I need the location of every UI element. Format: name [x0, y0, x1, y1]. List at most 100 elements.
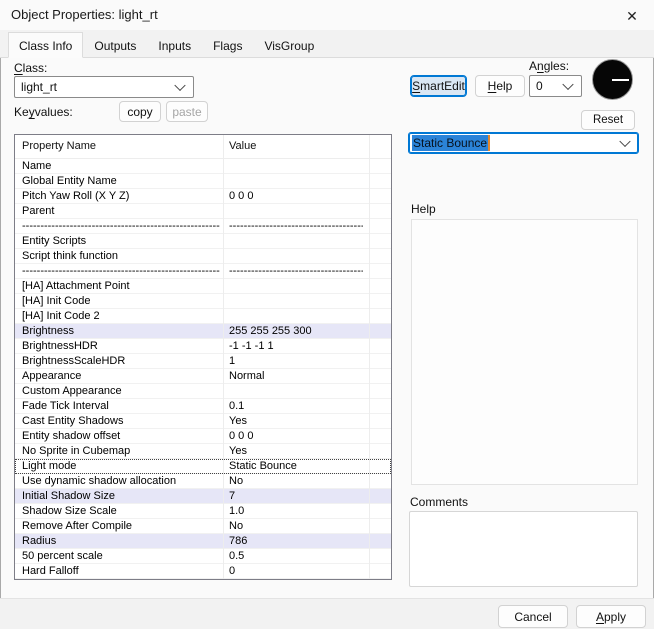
grid-column-divider	[223, 135, 224, 579]
property-row[interactable]: [HA] Init Code 2	[15, 309, 391, 324]
titlebar: Object Properties: light_rt ✕	[0, 0, 654, 30]
property-value: -1 -1 -1 1	[229, 339, 363, 353]
property-name: [HA] Attachment Point	[22, 279, 220, 293]
tab-visgroup[interactable]: VisGroup	[253, 33, 325, 58]
property-row[interactable]: Hard Falloff0	[15, 564, 391, 579]
smartedit-button[interactable]: SmartEdit	[410, 75, 467, 97]
cancel-button[interactable]: Cancel	[498, 605, 568, 628]
property-name: Appearance	[22, 369, 220, 383]
property-value: Static Bounce	[229, 459, 363, 473]
property-row[interactable]: Fade Tick Interval 0.1	[15, 399, 391, 414]
property-row[interactable]: [HA] Init Code	[15, 294, 391, 309]
property-row[interactable]: Shadow Size Scale1.0	[15, 504, 391, 519]
property-name: Radius	[22, 534, 220, 548]
window-title: Object Properties: light_rt	[11, 7, 158, 22]
reset-button[interactable]: Reset	[581, 110, 635, 130]
property-name: Maximum Distance	[22, 579, 220, 580]
apply-button[interactable]: Apply	[576, 605, 646, 628]
property-name: Custom Appearance	[22, 384, 220, 398]
help-button[interactable]: Help	[475, 75, 525, 97]
property-value: ----------------------------------------	[229, 264, 363, 278]
property-value: 0	[229, 579, 363, 580]
property-value: 1.0	[229, 504, 363, 518]
property-name: Entity Scripts	[22, 234, 220, 248]
property-row[interactable]: Use dynamic shadow allocationNo	[15, 474, 391, 489]
property-name: BrightnessScaleHDR	[22, 354, 220, 368]
property-name: [HA] Init Code 2	[22, 309, 220, 323]
property-row[interactable]: Custom Appearance	[15, 384, 391, 399]
property-row[interactable]: Name	[15, 159, 391, 174]
property-row[interactable]: Light mode Static Bounce	[15, 459, 391, 474]
property-separator-row: ----------------------------------------…	[15, 264, 391, 279]
property-row[interactable]: Maximum Distance 0	[15, 579, 391, 580]
tab-inputs[interactable]: Inputs	[147, 33, 202, 58]
class-label: Class:	[14, 61, 47, 75]
chevron-down-icon	[619, 136, 630, 147]
class-combobox-value: light_rt	[21, 80, 57, 94]
property-row[interactable]: No Sprite in CubemapYes	[15, 444, 391, 459]
property-name: 50 percent scale	[22, 549, 220, 563]
property-value: No	[229, 474, 363, 488]
column-header-value: Value	[229, 140, 256, 152]
tab-flags[interactable]: Flags	[202, 33, 253, 58]
smart-value-combobox[interactable]: Static Bounce	[408, 132, 639, 154]
class-combobox[interactable]: light_rt	[14, 76, 194, 98]
property-row[interactable]: BrightnessScaleHDR 1	[15, 354, 391, 369]
property-value: ----------------------------------------	[229, 219, 363, 233]
property-row[interactable]: Script think function	[15, 249, 391, 264]
property-value: 0 0 0	[229, 429, 363, 443]
property-name: ----------------------------------------…	[22, 219, 220, 233]
property-value: Yes	[229, 414, 363, 428]
footer-bar: Cancel Apply	[0, 598, 654, 629]
angles-combobox[interactable]: 0	[529, 75, 582, 97]
property-grid-body: NameGlobal Entity NamePitch Yaw Roll (X …	[15, 159, 391, 580]
property-row[interactable]: Remove After CompileNo	[15, 519, 391, 534]
close-icon[interactable]: ✕	[620, 5, 644, 27]
help-text-area	[411, 219, 638, 485]
property-value: Yes	[229, 444, 363, 458]
copy-button[interactable]: copy	[119, 101, 161, 122]
property-row[interactable]: 50 percent scale 0.5	[15, 549, 391, 564]
property-row[interactable]: Parent	[15, 204, 391, 219]
property-row[interactable]: Cast Entity Shadows Yes	[15, 414, 391, 429]
property-value: 7	[229, 489, 363, 503]
property-value: 1	[229, 354, 363, 368]
property-row[interactable]: [HA] Attachment Point	[15, 279, 391, 294]
column-header-property-name: Property Name	[22, 140, 96, 152]
property-row[interactable]: Entity shadow offset0 0 0	[15, 429, 391, 444]
chevron-down-icon	[562, 79, 573, 90]
help-section-label: Help	[411, 202, 436, 216]
angle-dial[interactable]	[592, 59, 633, 100]
property-row[interactable]: Global Entity Name	[15, 174, 391, 189]
property-name: ----------------------------------------…	[22, 264, 220, 278]
tab-class-info[interactable]: Class Info	[8, 32, 83, 58]
chevron-down-icon	[174, 80, 185, 91]
text-caret	[488, 135, 490, 151]
property-row[interactable]: Pitch Yaw Roll (X Y Z)0 0 0	[15, 189, 391, 204]
property-row[interactable]: Entity Scripts	[15, 234, 391, 249]
property-value: 0.5	[229, 549, 363, 563]
property-row[interactable]: BrightnessHDR-1 -1 -1 1	[15, 339, 391, 354]
property-name: [HA] Init Code	[22, 294, 220, 308]
property-value: 786	[229, 534, 363, 548]
property-name: Parent	[22, 204, 220, 218]
property-name: Light mode	[22, 459, 220, 473]
property-row[interactable]: AppearanceNormal	[15, 369, 391, 384]
tabs: Class Info Outputs Inputs Flags VisGroup	[8, 32, 325, 58]
tab-outputs[interactable]: Outputs	[83, 33, 147, 58]
angles-combobox-value: 0	[536, 79, 543, 93]
property-name: Name	[22, 159, 220, 173]
property-row[interactable]: Brightness255 255 255 300	[15, 324, 391, 339]
property-name: Cast Entity Shadows	[22, 414, 220, 428]
grid-column-divider-2	[369, 135, 370, 579]
property-row[interactable]: Initial Shadow Size7	[15, 489, 391, 504]
comments-textarea[interactable]	[409, 511, 638, 587]
property-separator-row: ----------------------------------------…	[15, 219, 391, 234]
angle-indicator-line	[612, 79, 629, 81]
property-value: 0.1	[229, 399, 363, 413]
property-value: 255 255 255 300	[229, 324, 363, 338]
tab-strip: Class Info Outputs Inputs Flags VisGroup	[0, 30, 654, 58]
property-name: Fade Tick Interval	[22, 399, 220, 413]
property-row[interactable]: Radius 786	[15, 534, 391, 549]
comments-section-label: Comments	[410, 495, 468, 509]
